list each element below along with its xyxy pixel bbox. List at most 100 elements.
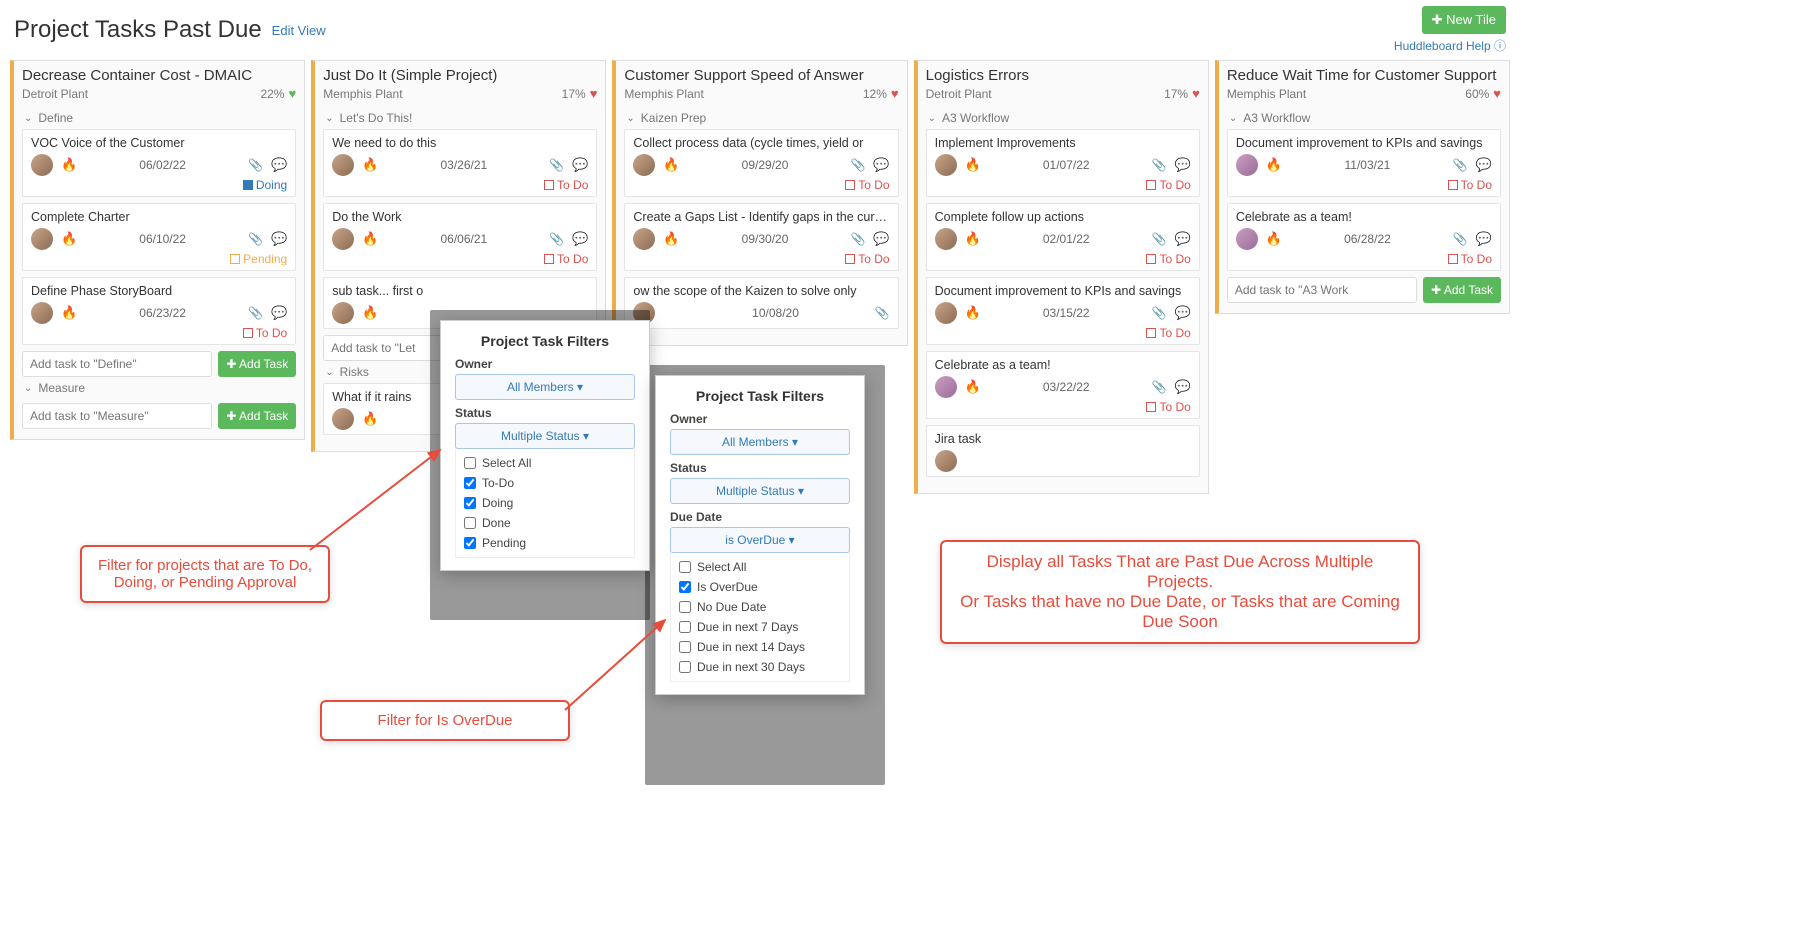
task-card[interactable]: VOC Voice of the Customer🔥06/02/22📎💬Doin… [22, 129, 296, 197]
duedate-options: Select AllIs OverDueNo Due Date Due in ne… [670, 553, 850, 682]
task-title: Collect process data (cycle times, yield… [633, 136, 889, 150]
filter-option[interactable]: Doing [456, 493, 634, 513]
task-status[interactable]: Pending [31, 250, 287, 266]
task-card[interactable]: Collect process data (cycle times, yield… [624, 129, 898, 197]
flame-icon: 🔥 [61, 305, 77, 321]
filter-option[interactable]: Is OverDue [671, 577, 849, 597]
filter-option[interactable]: Select All [456, 453, 634, 473]
filter-option[interactable]: Due in next 7 Days [671, 617, 849, 637]
flame-icon: 🔥 [965, 231, 981, 247]
checkbox[interactable] [679, 621, 691, 633]
checkbox[interactable] [679, 581, 691, 593]
task-meta-row: 🔥01/07/22📎💬 [935, 154, 1191, 176]
comment-icon: 💬 [1476, 231, 1492, 247]
task-title: Do the Work [332, 210, 588, 224]
add-task-input[interactable] [22, 403, 212, 429]
checkbox[interactable] [679, 641, 691, 653]
section-header[interactable]: ⌄Define [22, 107, 296, 129]
avatar [1236, 154, 1258, 176]
task-status[interactable]: To Do [935, 176, 1191, 192]
add-task-button[interactable]: ✚ Add Task [218, 351, 296, 377]
status-dropdown[interactable]: Multiple Status ▾ [670, 478, 850, 504]
avatar [332, 154, 354, 176]
duedate-label: Due Date [670, 510, 850, 524]
section-header[interactable]: ⌄A3 Workflow [1227, 107, 1501, 129]
plant-label: Detroit Plant [22, 87, 88, 101]
task-card[interactable]: ow the scope of the Kaizen to solve only… [624, 277, 898, 329]
huddleboard-help-link[interactable]: Huddleboard Help ⓘ [1394, 37, 1506, 54]
section-name: Measure [38, 381, 85, 395]
task-status[interactable]: To Do [633, 250, 889, 266]
checkbox[interactable] [464, 477, 476, 489]
task-card[interactable]: Document improvement to KPIs and savings… [926, 277, 1200, 345]
edit-view-link[interactable]: Edit View [272, 23, 326, 38]
filter-option[interactable]: Due in next 14 Days [671, 637, 849, 657]
task-card[interactable]: Create a Gaps List - Identify gaps in th… [624, 203, 898, 271]
add-task-button[interactable]: ✚ Add Task [218, 403, 296, 429]
owner-dropdown[interactable]: All Members ▾ [670, 429, 850, 455]
checkbox[interactable] [464, 457, 476, 469]
checkbox[interactable] [464, 517, 476, 529]
duedate-dropdown[interactable]: is OverDue ▾ [670, 527, 850, 553]
filter-option[interactable]: Select All [671, 557, 849, 577]
task-card[interactable]: Do the Work🔥06/06/21📎💬To Do [323, 203, 597, 271]
task-card[interactable]: Celebrate as a team!🔥06/28/22📎💬To Do [1227, 203, 1501, 271]
heart-icon: ♥ [1192, 86, 1200, 101]
task-status[interactable]: To Do [31, 324, 287, 340]
task-card[interactable]: Implement Improvements🔥01/07/22📎💬To Do [926, 129, 1200, 197]
status-label: Status [670, 461, 850, 475]
task-title: Create a Gaps List - Identify gaps in th… [633, 210, 889, 224]
task-card[interactable]: We need to do this🔥03/26/21📎💬To Do [323, 129, 597, 197]
section-header[interactable]: ⌄Measure [22, 377, 296, 399]
column-title: Logistics Errors [926, 67, 1200, 84]
task-status[interactable]: To Do [935, 398, 1191, 414]
checkbox[interactable] [679, 601, 691, 613]
filter-option[interactable]: Done [456, 513, 634, 533]
task-card[interactable]: Celebrate as a team!🔥03/22/22📎💬To Do [926, 351, 1200, 419]
task-status[interactable]: To Do [1236, 176, 1492, 192]
status-options: Select All To-Do DoingDonePending [455, 449, 635, 558]
plant-label: Memphis Plant [1227, 87, 1306, 101]
task-title: Jira task [935, 432, 1191, 446]
task-card[interactable]: Jira task [926, 425, 1200, 477]
new-tile-button[interactable]: ✚ New Tile [1422, 6, 1506, 34]
flame-icon: 🔥 [362, 411, 378, 427]
add-task-button[interactable]: ✚ Add Task [1423, 277, 1501, 303]
task-status[interactable]: To Do [332, 250, 588, 266]
task-status[interactable]: To Do [633, 176, 889, 192]
filter-option[interactable]: No Due Date [671, 597, 849, 617]
task-card[interactable]: Define Phase StoryBoard🔥06/23/22📎💬To Do [22, 277, 296, 345]
task-meta-row: 🔥03/15/22📎💬 [935, 302, 1191, 324]
task-status[interactable]: Doing [31, 176, 287, 192]
task-status[interactable]: To Do [935, 250, 1191, 266]
add-task-input[interactable] [1227, 277, 1417, 303]
task-status[interactable]: To Do [935, 324, 1191, 340]
option-label: Due in next 7 Days [697, 620, 798, 634]
task-status[interactable]: To Do [332, 176, 588, 192]
project-column: Logistics ErrorsDetroit Plant17%♥⌄A3 Wor… [914, 60, 1209, 494]
owner-dropdown[interactable]: All Members ▾ [455, 374, 635, 400]
filter-option[interactable]: Due in next 30 Days [671, 657, 849, 677]
section-header[interactable]: ⌄Let's Do This! [323, 107, 597, 129]
task-date: 01/07/22 [989, 158, 1144, 172]
task-card[interactable]: Complete Charter🔥06/10/22📎💬Pending [22, 203, 296, 271]
paperclip-icon: 📎 [248, 306, 263, 320]
option-label: To-Do [482, 476, 514, 490]
section-header[interactable]: ⌄A3 Workflow [926, 107, 1200, 129]
flame-icon: 🔥 [965, 305, 981, 321]
status-dropdown[interactable]: Multiple Status ▾ [455, 423, 635, 449]
section-header[interactable]: ⌄Kaizen Prep [624, 107, 898, 129]
task-status[interactable]: To Do [1236, 250, 1492, 266]
percent-label: 17% [562, 87, 586, 101]
paperclip-icon: 📎 [1152, 232, 1167, 246]
task-title: Complete follow up actions [935, 210, 1191, 224]
add-task-input[interactable] [22, 351, 212, 377]
checkbox[interactable] [679, 561, 691, 573]
checkbox[interactable] [464, 537, 476, 549]
filter-option[interactable]: To-Do [456, 473, 634, 493]
filter-option[interactable]: Pending [456, 533, 634, 553]
task-card[interactable]: Document improvement to KPIs and savings… [1227, 129, 1501, 197]
checkbox[interactable] [464, 497, 476, 509]
checkbox[interactable] [679, 661, 691, 673]
task-card[interactable]: Complete follow up actions🔥02/01/22📎💬To … [926, 203, 1200, 271]
